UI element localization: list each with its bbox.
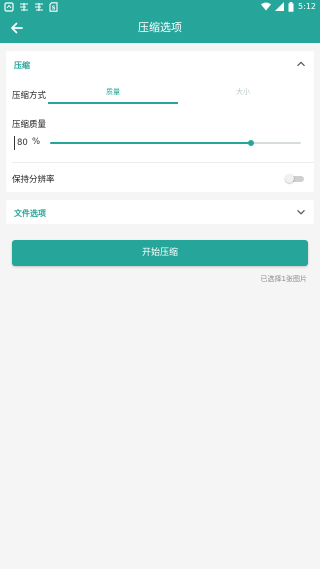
tab-quality-indicator [48, 102, 178, 104]
notification-icon [4, 1, 14, 12]
chevron-up-icon[interactable] [296, 59, 306, 69]
file-options-card[interactable]: 文件选项 [6, 200, 314, 224]
toggle-knob [285, 174, 294, 183]
compression-card: 压缩 压缩方式 质量 大小 压缩质量 % 保持分辨率 [6, 51, 314, 192]
quality-slider-fill [50, 142, 251, 144]
keep-resolution-toggle[interactable] [285, 174, 305, 183]
keep-resolution-label: 保持分辨率 [12, 175, 55, 185]
signal-icon [275, 2, 285, 11]
app-bar: 压缩选项 [0, 13, 320, 43]
battery-icon [288, 1, 294, 12]
file-options-section-title: 文件选项 [14, 209, 46, 218]
status-bar: S 5:12 [0, 0, 320, 13]
arrow-left-icon[interactable] [7, 18, 27, 38]
compression-section-title: 压缩 [14, 61, 30, 70]
app-icon [35, 2, 43, 11]
quality-slider[interactable] [50, 140, 301, 146]
compression-quality-label: 压缩质量 [12, 120, 47, 130]
wifi-icon [261, 2, 272, 11]
quality-unit: % [32, 137, 41, 147]
svg-text:S: S [52, 5, 56, 11]
divider [12, 162, 314, 163]
chevron-down-icon[interactable] [296, 207, 306, 217]
page-title: 压缩选项 [138, 21, 182, 34]
status-bar-left: S [4, 1, 58, 12]
status-bar-right: 5:12 [261, 1, 316, 12]
tab-size[interactable]: 大小 [178, 83, 308, 103]
start-compress-button[interactable]: 开始压缩 [12, 240, 308, 266]
quality-slider-thumb[interactable] [247, 140, 254, 146]
app-icon [20, 2, 28, 11]
compression-method-label: 压缩方式 [12, 91, 47, 101]
sd-card-icon: S [49, 1, 58, 12]
tab-quality[interactable]: 质量 [48, 83, 178, 103]
status-time: 5:12 [298, 2, 316, 11]
selected-count-text: 已选择1张图片 [260, 275, 307, 283]
